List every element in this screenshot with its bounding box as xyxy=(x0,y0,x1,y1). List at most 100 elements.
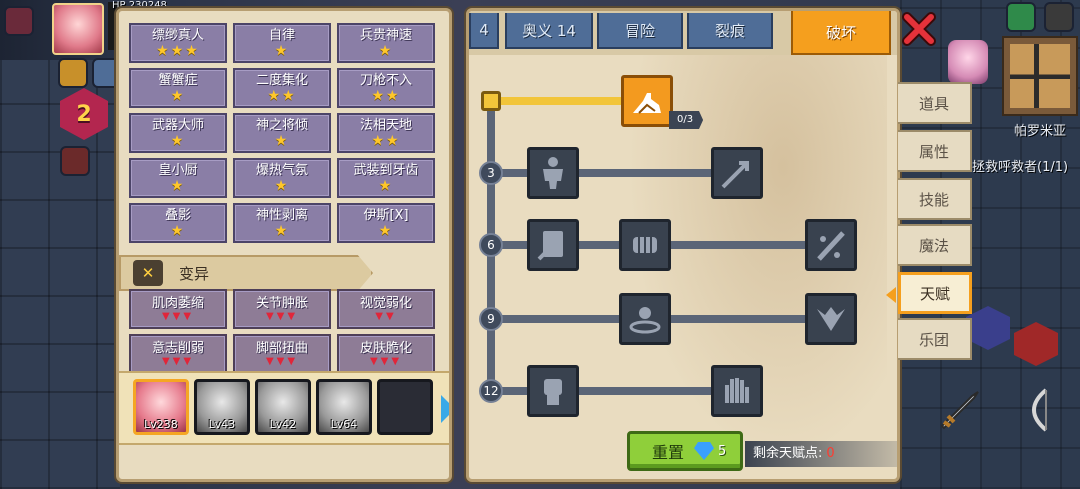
talent-node[interactable] xyxy=(527,147,579,199)
alert-icon[interactable] xyxy=(60,146,90,176)
tree-row-number: 9 xyxy=(479,307,503,331)
trait-cell[interactable]: 蟹蟹症 ★ xyxy=(129,68,227,108)
trait-name: 缥缈真人 xyxy=(151,27,204,43)
side-menu-item[interactable]: 乐团 xyxy=(898,318,972,360)
trait-cell[interactable]: 伊斯[X] ★ xyxy=(337,203,435,243)
talent-node[interactable] xyxy=(527,219,579,271)
trait-stars: ★★★ xyxy=(156,42,200,59)
arm-wrestle-icon xyxy=(633,93,661,114)
party-empty-slot[interactable] xyxy=(377,379,433,435)
mutation-name: 视觉弱化 xyxy=(359,295,412,311)
trait-cell[interactable]: 神之将倾 ★ xyxy=(233,113,331,153)
mutation-marks: ▼▼▼ xyxy=(369,355,403,367)
side-menu-item[interactable]: 技能 xyxy=(898,178,972,220)
side-menu-item[interactable]: 天赋 xyxy=(898,272,972,314)
trait-cell[interactable]: 二度集化 ★★ xyxy=(233,68,331,108)
shield-card-icon xyxy=(537,231,563,261)
arrow-strike-icon xyxy=(721,161,749,189)
remaining-points: 剩余天赋点: 0 xyxy=(745,441,897,467)
trait-stars: ★ xyxy=(274,42,290,59)
trait-cell[interactable]: 武装到牙齿 ★ xyxy=(337,158,435,198)
talent-node[interactable] xyxy=(711,365,763,417)
side-menu-item[interactable]: 属性 xyxy=(898,130,972,172)
ground-pound-icon xyxy=(629,307,661,334)
player-avatar[interactable] xyxy=(52,3,104,55)
reset-talents-button[interactable]: 重置 5 xyxy=(627,431,743,471)
dna-icon: ✕ xyxy=(133,260,163,286)
party-member-slot[interactable]: Lv238 xyxy=(133,379,189,435)
tree-row-number: 12 xyxy=(479,379,503,403)
talent-panel: 4 奥义 14 冒险 裂痕 破坏 0/3 3 6 9 12 重置 5 剩余天赋点… xyxy=(466,8,900,482)
exit-icon[interactable] xyxy=(1044,2,1074,32)
trait-cell[interactable]: 法相天地 ★★ xyxy=(337,113,435,153)
trait-stars: ★ xyxy=(274,177,290,194)
party-bar: Lv64 Lv42 Lv43 Lv238 xyxy=(119,371,449,445)
trait-cell[interactable]: 神性剥离 ★ xyxy=(233,203,331,243)
trait-cell[interactable]: 缥缈真人 ★★★ xyxy=(129,23,227,63)
talent-node[interactable] xyxy=(619,293,671,345)
mutation-cell[interactable]: 皮肤脆化 ▼▼▼ xyxy=(337,334,435,374)
trait-cell[interactable]: 皇小厨 ★ xyxy=(129,158,227,198)
quest-tracker[interactable]: 拯救呼救者(1/1) xyxy=(972,156,1068,175)
trait-stars: ★ xyxy=(274,132,290,149)
talent-node[interactable] xyxy=(805,219,857,271)
mutation-marks: ▼▼▼ xyxy=(161,355,195,367)
mutation-cell[interactable]: 脚部扭曲 ▼▼▼ xyxy=(233,334,331,374)
trait-cell[interactable]: 爆热气氛 ★ xyxy=(233,158,331,198)
sword-icon[interactable] xyxy=(936,386,984,434)
mutation-name: 皮肤脆化 xyxy=(359,340,412,356)
mutation-marks: ▼▼▼ xyxy=(265,355,299,367)
party-member-slot[interactable]: Lv42 xyxy=(255,379,311,435)
gift-icon[interactable] xyxy=(4,6,34,36)
trait-cell[interactable]: 刀枪不入 ★★ xyxy=(337,68,435,108)
talent-node[interactable] xyxy=(527,365,579,417)
party-member-slot[interactable]: Lv43 xyxy=(194,379,250,435)
mutation-name: 脚部扭曲 xyxy=(255,340,308,356)
mutation-cell[interactable]: 关节肿胀 ▼▼▼ xyxy=(233,289,331,329)
mutation-section-title: 变异 xyxy=(179,264,210,283)
trait-stars: ★ xyxy=(378,42,394,59)
reset-button-label: 重置 xyxy=(652,443,685,462)
side-menu-item[interactable]: 魔法 xyxy=(898,224,972,266)
mutation-cell[interactable]: 视觉弱化 ▼▼ xyxy=(337,289,435,329)
body-icon xyxy=(543,157,563,189)
party-member-level: Lv238 xyxy=(144,418,178,431)
mutation-section-header: ✕ 变异 xyxy=(119,255,373,291)
minimap[interactable] xyxy=(1002,36,1078,116)
mutation-cell[interactable]: 意志削弱 ▼▼▼ xyxy=(129,334,227,374)
npc-character[interactable] xyxy=(948,40,988,84)
trait-cell[interactable]: 兵贵神速 ★ xyxy=(337,23,435,63)
trait-cell[interactable]: 叠影 ★ xyxy=(129,203,227,243)
trait-stars: ★ xyxy=(378,222,394,239)
side-menu-item[interactable]: 道具 xyxy=(898,82,972,124)
close-icon xyxy=(902,12,936,46)
trait-cell[interactable]: 自律 ★ xyxy=(233,23,331,63)
trait-name: 自律 xyxy=(268,27,295,43)
trait-stars: ★ xyxy=(170,177,186,194)
mutation-name: 关节肿胀 xyxy=(255,295,308,311)
mutation-marks: ▼▼▼ xyxy=(161,310,195,322)
trait-stars: ★ xyxy=(274,222,290,239)
party-next-arrow-icon[interactable] xyxy=(441,395,449,423)
tree-row-number: 6 xyxy=(479,233,503,257)
trait-stars: ★★ xyxy=(371,87,401,104)
coin-icon[interactable] xyxy=(58,58,88,88)
tree-start-node xyxy=(481,91,501,111)
close-panel-button[interactable] xyxy=(900,10,938,48)
talent-node[interactable] xyxy=(711,147,763,199)
diamond-icon xyxy=(694,442,715,460)
talent-root-node[interactable] xyxy=(621,75,673,127)
blade-splash-icon xyxy=(817,231,845,261)
network-icon[interactable] xyxy=(1006,2,1036,32)
trait-stars: ★ xyxy=(170,132,186,149)
party-member-level: Lv64 xyxy=(330,418,358,431)
mutation-cell[interactable]: 肌肉萎缩 ▼▼▼ xyxy=(129,289,227,329)
bow-icon[interactable] xyxy=(1016,386,1064,434)
talent-node[interactable] xyxy=(619,219,671,271)
trait-name: 神性剥离 xyxy=(255,207,308,223)
mutation-grid: 肌肉萎缩 ▼▼▼ 关节肿胀 ▼▼▼ 视觉弱化 ▼▼ 意志削弱 ▼▼▼ 脚部扭曲 ▼▼▼ 皮… xyxy=(129,289,435,374)
talent-node[interactable] xyxy=(805,293,857,345)
trait-name: 兵贵神速 xyxy=(359,27,412,43)
trait-cell[interactable]: 武器大师 ★ xyxy=(129,113,227,153)
party-member-slot[interactable]: Lv64 xyxy=(316,379,372,435)
